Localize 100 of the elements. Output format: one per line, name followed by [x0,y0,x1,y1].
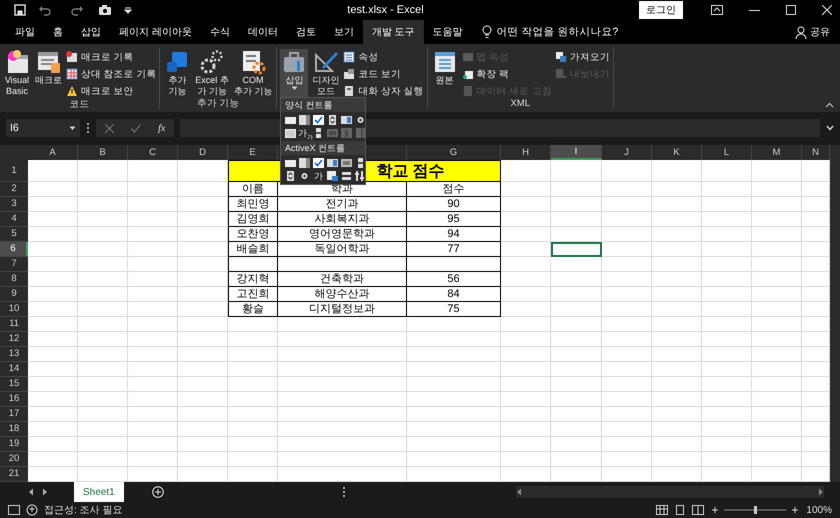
ribbon-button[interactable]: 삽입 [280,49,308,98]
ribbon-button[interactable]: 대화 상자 실행 [343,84,424,98]
toggle-button-icon[interactable] [340,170,353,182]
row-header[interactable]: 2 [0,182,28,197]
properties-icon[interactable] [343,51,356,63]
login-button[interactable]: 로그인 [639,1,683,19]
more-options-icon[interactable] [342,486,346,498]
vertical-scrollbar[interactable] [830,145,840,482]
ruler-pencil-icon[interactable] [312,49,339,75]
button-control-icon[interactable] [284,157,297,169]
tell-me-field[interactable]: 어떤 작업을 원하시나요? [496,25,618,39]
spin-button-icon[interactable] [326,114,339,126]
maximize-icon[interactable] [786,5,796,15]
row-header[interactable]: 10 [0,302,28,317]
name-box[interactable]: I6 [6,119,80,137]
ribbon-button[interactable]: 코드 보기 [343,67,424,81]
zoom-level[interactable]: 100% [806,504,832,516]
warning-icon[interactable] [66,85,78,97]
more-controls-icon[interactable] [354,170,367,182]
person-icon[interactable] [795,26,807,38]
row-header[interactable]: 3 [0,197,28,212]
row-header[interactable]: 19 [0,437,28,452]
macro-list-icon[interactable] [36,49,62,75]
combo-box-icon[interactable] [298,114,311,126]
active-cell[interactable] [551,242,602,257]
record-icon[interactable] [66,51,78,63]
column-header[interactable]: H [501,145,551,160]
ribbon-button[interactable]: 속성 [343,50,424,64]
column-header[interactable]: E [228,145,278,160]
add-sheet-icon[interactable] [152,486,164,498]
ribbon-tab[interactable]: 수식 [200,20,239,44]
more-options-icon[interactable] [86,122,90,134]
expansion-pack-icon[interactable] [462,68,474,80]
accessibility-icon[interactable] [26,504,38,516]
enter-icon[interactable] [130,124,141,132]
dialog-icon[interactable] [343,85,356,97]
ribbon-tab[interactable]: 도움말 [424,20,472,44]
image-icon[interactable] [326,170,339,182]
horizontal-scrollbar[interactable] [516,486,824,498]
ribbon-button[interactable]: 매크로 기록 [66,50,156,64]
row-header[interactable]: 9 [0,287,28,302]
collapse-ribbon-icon[interactable] [825,102,834,108]
list-box-icon[interactable] [340,114,353,126]
sheet-cell[interactable] [407,257,501,272]
ribbon-button[interactable]: 확장 팩 [462,67,552,81]
column-header[interactable]: B [78,145,128,160]
label-control[interactable]: 가$_{가}$ [298,127,311,139]
ribbon-button[interactable]: COM 추가 기능 [232,49,274,97]
sheet-cell[interactable] [228,257,278,272]
row-header[interactable]: 20 [0,452,28,467]
cancel-icon[interactable] [104,124,114,132]
row-header[interactable]: 5 [0,227,28,242]
row-header[interactable]: 12 [0,332,28,347]
ribbon-button[interactable]: 디자인 모드 [311,49,340,98]
page-layout-icon[interactable] [674,505,686,515]
checkbox-icon[interactable] [312,114,325,126]
button-control-icon[interactable] [284,114,297,126]
label-control[interactable]: 가 [312,170,325,182]
ribbon-tab[interactable]: 삽입 [72,20,110,44]
page-break-icon[interactable] [692,505,704,515]
row-header[interactable]: 6 [0,242,28,257]
normal-view-icon[interactable] [656,505,668,515]
insert-function-button[interactable]: fx [158,122,166,134]
row-header[interactable]: 13 [0,347,28,362]
column-header[interactable]: J [602,145,652,160]
row-header[interactable]: 8 [0,272,28,287]
row-header[interactable]: 18 [0,422,28,437]
ribbon-display-icon[interactable] [711,5,723,15]
row-header[interactable]: 4 [0,212,28,227]
combo-box-icon[interactable] [298,157,311,169]
share-button[interactable]: 공유 [810,25,830,39]
row-header[interactable]: 15 [0,377,28,392]
ribbon-button[interactable]: Visual Basic [3,49,31,98]
next-sheet-icon[interactable] [42,488,48,496]
code-window-icon[interactable] [343,68,356,80]
ribbon-tab[interactable]: 페이지 레이아웃 [110,20,201,44]
sheet-tab[interactable]: Sheet1 [74,482,124,502]
checkbox-icon[interactable] [312,157,325,169]
column-header[interactable]: L [702,145,752,160]
column-header[interactable]: I [551,145,602,160]
ribbon-button[interactable]: 추가 기능 [163,49,192,97]
previous-sheet-icon[interactable] [28,488,34,496]
close-icon[interactable] [822,5,832,15]
row-header[interactable]: 7 [0,257,28,272]
list-box-icon[interactable] [326,157,339,169]
ribbon-button[interactable]: 원본 [430,49,459,98]
ribbon-tab[interactable]: 데이터 [238,20,287,44]
ribbon-tab[interactable]: 파일 [6,20,44,44]
ribbon-button[interactable]: Excel 추 가 기능 [194,49,230,97]
dropdown-caret-icon[interactable] [69,126,76,130]
camera-icon[interactable] [98,4,112,16]
ribbon-button[interactable]: 매크로 [34,49,63,98]
row-header[interactable]: 16 [0,392,28,407]
column-header[interactable]: M [752,145,802,160]
scroll-left-icon[interactable] [516,488,522,496]
spin-button-icon[interactable] [284,170,297,182]
zoom-slider-icon[interactable] [710,505,800,515]
expand-formula-icon[interactable] [826,125,834,131]
ribbon-button[interactable]: 매크로 보안 [66,84,156,98]
column-header[interactable]: N [802,145,830,160]
